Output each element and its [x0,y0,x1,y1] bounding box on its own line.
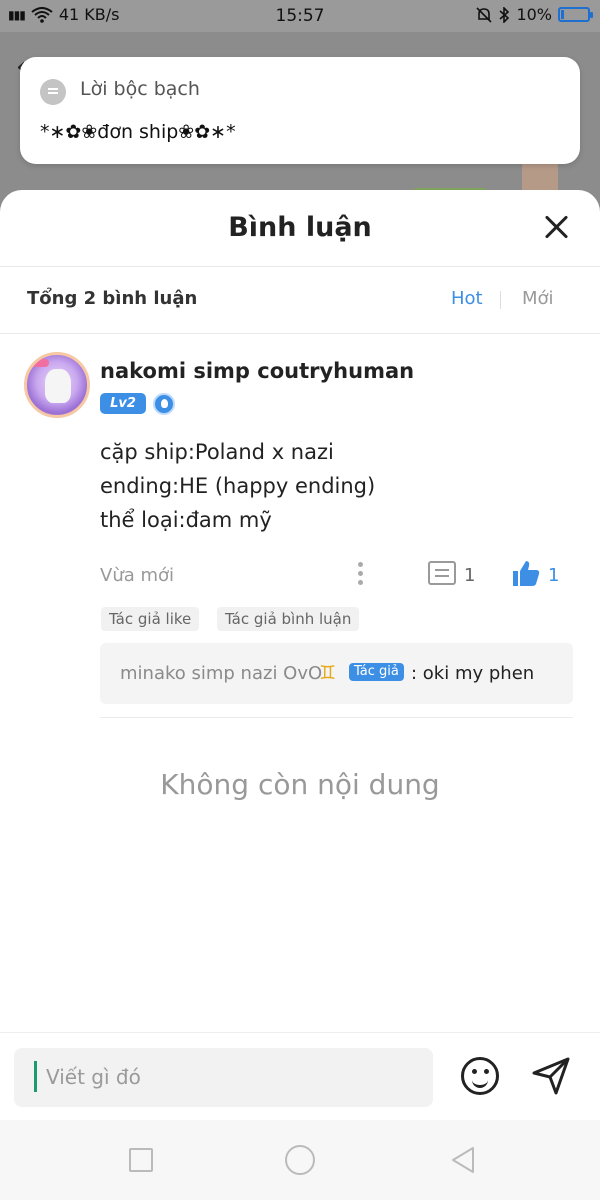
sort-hot-tab[interactable]: Hot [451,288,483,309]
comment-line: cặp ship:Poland x nazi [100,440,334,464]
comment-input-placeholder: Viết gì đó [46,1065,141,1089]
reply-preview[interactable]: minako simp nazi OvO ♊ Tác giả : oki my … [100,643,573,704]
like-count: 1 [548,565,560,586]
chat-icon [40,79,66,105]
like-icon[interactable] [511,559,541,587]
author-comment-tag: Tác giả bình luận [217,607,360,631]
verified-badge-icon [153,393,175,415]
status-bar: ▮▮▮ 41 KB/s 15:57 10% [0,0,600,32]
close-icon[interactable] [542,212,572,242]
mute-icon [476,6,493,23]
notification-card[interactable]: Lời bộc bạch *∗✿❀đơn ship❀✿∗* [20,57,580,164]
no-more-content: Không còn nội dung [160,768,440,801]
author-badge: Tác giả [349,663,404,681]
battery-icon [558,7,593,22]
sheet-title: Bình luận [228,212,372,243]
emoji-icon[interactable] [461,1057,499,1095]
text-cursor [34,1061,37,1092]
total-comments: Tổng 2 bình luận [27,288,198,309]
comment-username[interactable]: nakomi simp coutryhuman [100,359,414,383]
reply-username: minako simp nazi OvO [120,663,323,684]
comment-count-row: Tổng 2 bình luận Hot Mới [0,267,600,333]
system-nav-bar [0,1120,600,1200]
comments-sheet: Bình luận Tổng 2 bình luận Hot Mới nakom… [0,190,600,1120]
comment-line: ending:HE (happy ending) [100,474,376,498]
recents-icon[interactable] [129,1148,153,1172]
level-badge: Lv2 [100,393,146,414]
notification-app-name: Lời bộc bạch [80,78,200,100]
status-right: 10% [476,5,593,24]
comment-input[interactable]: Viết gì đó [14,1048,433,1107]
comment-input-bar: Viết gì đó [0,1032,600,1120]
comment-line: thể loại:đam mỹ [100,508,272,532]
author-like-tag: Tác giả like [101,607,200,631]
battery-percent: 10% [516,5,552,24]
more-options-icon[interactable] [358,562,364,586]
home-icon[interactable] [285,1145,315,1175]
bluetooth-icon [499,6,510,23]
comment-content: cặp ship:Poland x nazi ending:HE (happy … [100,435,375,537]
divider [0,333,600,334]
sort-divider [500,291,501,309]
notification-message: *∗✿❀đơn ship❀✿∗* [40,121,236,143]
reply-icon[interactable] [428,561,456,585]
sort-new-tab[interactable]: Mới [522,288,554,309]
gemini-icon: ♊ [319,662,337,684]
comment-time: Vừa mới [100,565,175,586]
reply-count: 1 [464,565,476,586]
send-icon[interactable] [530,1055,572,1097]
divider [100,717,573,718]
reply-text: : oki my phen [411,663,535,684]
avatar[interactable] [24,352,90,418]
back-icon[interactable] [449,1146,477,1174]
